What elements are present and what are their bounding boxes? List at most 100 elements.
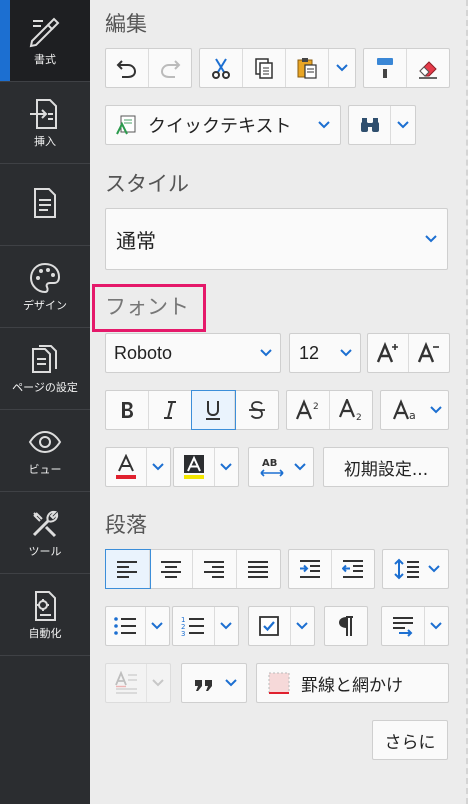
change-case-group: a — [380, 390, 449, 430]
align-justify-button[interactable] — [237, 550, 280, 588]
checkbox-icon — [259, 616, 280, 636]
script-group: 2 2 — [286, 390, 373, 430]
align-left-icon — [117, 561, 138, 578]
chevron-down-icon — [296, 622, 309, 630]
document-icon — [34, 187, 56, 218]
align-center-button[interactable] — [150, 550, 193, 588]
paste-button[interactable] — [286, 49, 329, 87]
subscript-button[interactable]: 2 — [330, 391, 373, 429]
bullet-list-dropdown[interactable] — [146, 607, 169, 645]
highlight-color-button[interactable] — [174, 448, 215, 486]
grow-font-button[interactable] — [368, 334, 409, 372]
align-center-icon — [160, 561, 181, 578]
more-button[interactable]: さらに — [372, 720, 448, 760]
reset-format-button[interactable]: 初期設定... — [323, 447, 449, 487]
alignment-group — [105, 549, 281, 589]
borders-shading-button[interactable]: 罫線と網かけ — [256, 663, 449, 703]
bullet-list-button[interactable] — [106, 607, 146, 645]
align-right-icon — [204, 561, 225, 578]
style-select[interactable]: 通常 — [105, 208, 448, 270]
numbered-list-dropdown[interactable] — [215, 607, 238, 645]
clipboard-group — [199, 48, 356, 88]
indent-group — [288, 549, 375, 589]
line-spacing-dropdown[interactable] — [383, 550, 448, 588]
align-justify-icon — [248, 561, 269, 578]
rail-item-document[interactable] — [0, 164, 90, 246]
clear-format-button[interactable] — [407, 49, 450, 87]
rail-item-design[interactable]: デザイン — [0, 246, 90, 328]
show-formatting-marks-button[interactable] — [324, 606, 368, 646]
style-select-value: 通常 — [116, 228, 156, 253]
scissors-icon — [212, 58, 230, 79]
format-painter-button[interactable] — [364, 49, 407, 87]
align-left-button[interactable] — [105, 549, 151, 589]
font-size-select[interactable]: 12 — [289, 333, 361, 373]
cut-button[interactable] — [200, 49, 243, 87]
pencil-format-icon — [29, 17, 60, 48]
quick-text-dropdown[interactable]: クイックテキスト — [106, 106, 340, 144]
find-button[interactable] — [349, 106, 391, 144]
quote-dropdown[interactable] — [182, 664, 246, 702]
copy-button[interactable] — [243, 49, 286, 87]
rail-item-tools[interactable]: ツール — [0, 492, 90, 574]
drop-cap-icon — [115, 671, 137, 694]
numbered-list-button[interactable]: 1 2 3 — [173, 607, 215, 645]
decrease-font-icon — [417, 341, 439, 363]
font-color-button[interactable] — [106, 448, 147, 486]
chevron-down-icon — [429, 406, 442, 414]
find-options-dropdown[interactable] — [391, 106, 415, 144]
italic-button[interactable] — [149, 391, 192, 429]
strikethrough-button[interactable] — [235, 391, 278, 429]
redo-icon — [160, 60, 181, 78]
svg-text:3: 3 — [181, 630, 185, 637]
chevron-down-icon — [220, 463, 233, 471]
bold-icon — [122, 402, 133, 418]
svg-text:a: a — [409, 409, 416, 421]
undo-redo-group — [105, 48, 192, 88]
drop-cap-dropdown[interactable] — [147, 664, 170, 702]
automation-icon — [35, 591, 56, 621]
chevron-down-icon — [152, 679, 165, 687]
drop-cap-group — [105, 663, 171, 703]
section-heading-edit: 編集 — [105, 12, 147, 36]
shrink-font-button[interactable] — [409, 334, 450, 372]
paste-options-dropdown[interactable] — [329, 49, 355, 87]
decrease-indent-button[interactable] — [332, 550, 375, 588]
increase-indent-button[interactable] — [289, 550, 332, 588]
checklist-group — [248, 606, 315, 646]
rail-item-view[interactable]: ビュー — [0, 410, 90, 492]
section-heading-font: フォント — [105, 295, 189, 319]
chevron-down-icon — [225, 679, 237, 687]
font-color-dropdown[interactable] — [147, 448, 170, 486]
underline-button[interactable] — [191, 390, 236, 430]
checklist-dropdown[interactable] — [291, 607, 314, 645]
highlight-color-group — [173, 447, 239, 487]
chevron-down-icon — [427, 565, 440, 573]
highlight-color-dropdown[interactable] — [215, 448, 238, 486]
reset-format-label: 初期設定... — [343, 459, 429, 480]
chevron-down-icon — [318, 121, 330, 129]
rail-item-page-setup[interactable]: ページの設定 — [0, 328, 90, 410]
superscript-button[interactable]: 2 — [287, 391, 330, 429]
bold-button[interactable] — [106, 391, 149, 429]
drop-cap-button[interactable] — [106, 664, 147, 702]
align-right-button[interactable] — [193, 550, 237, 588]
subscript-icon: 2 — [338, 399, 361, 421]
italic-icon — [164, 401, 176, 419]
checklist-button[interactable] — [249, 607, 291, 645]
chevron-down-icon — [425, 235, 437, 243]
undo-button[interactable] — [106, 49, 149, 87]
rail-item-insert[interactable]: 挿入 — [0, 82, 90, 164]
redo-button[interactable] — [149, 49, 192, 87]
font-family-value: Roboto — [114, 342, 173, 363]
font-family-select[interactable]: Roboto — [105, 333, 281, 373]
change-case-dropdown[interactable]: a — [381, 391, 448, 429]
char-spacing-dropdown[interactable]: AB — [249, 448, 313, 486]
chevron-down-icon — [336, 64, 348, 72]
text-direction-dropdown[interactable] — [425, 607, 448, 645]
text-direction-button[interactable] — [382, 607, 425, 645]
line-spacing-group — [382, 549, 449, 589]
change-case-icon: a — [392, 399, 416, 421]
rail-item-format[interactable]: 書式 — [0, 0, 90, 82]
rail-item-automation[interactable]: 自動化 — [0, 574, 90, 656]
